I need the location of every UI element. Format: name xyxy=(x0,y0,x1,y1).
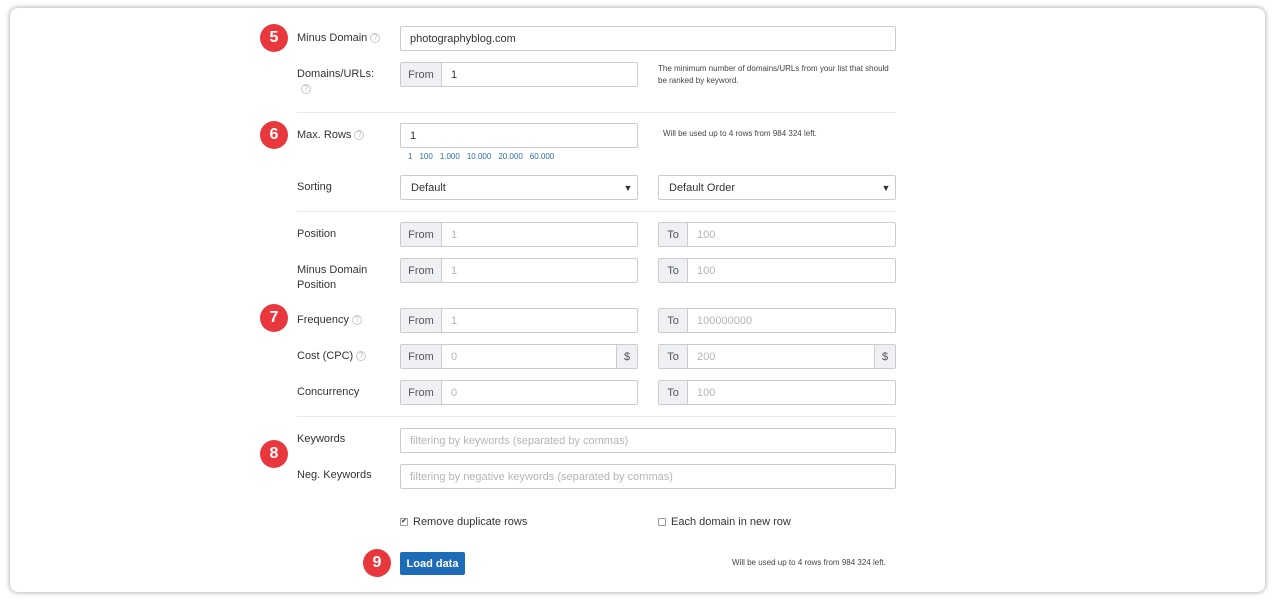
divider xyxy=(297,211,896,212)
help-icon[interactable]: ? xyxy=(354,130,365,140)
from-addon: From xyxy=(401,381,442,404)
quick-link[interactable]: 1.000 xyxy=(440,152,460,161)
help-icon[interactable]: ? xyxy=(301,84,311,94)
cost-cpc-label-text: Cost (CPC) xyxy=(297,350,354,362)
domains-urls-label: Domains/URLs: ? xyxy=(297,67,374,97)
each-domain-label: Each domain in new row xyxy=(671,516,791,528)
from-addon: From xyxy=(401,309,442,332)
minus-domain-label: Minus Domain? xyxy=(297,31,381,46)
position-to-value: 100 xyxy=(697,228,716,241)
max-rows-input[interactable]: 1 xyxy=(400,123,638,148)
to-addon: To xyxy=(659,381,688,404)
help-icon[interactable]: ? xyxy=(356,351,367,361)
minus-domain-position-from-input[interactable]: From 1 xyxy=(400,258,638,283)
domains-urls-from-input[interactable]: From 1 xyxy=(400,62,638,87)
footer-hint: Will be used up to 4 rows from 984 324 l… xyxy=(732,558,886,567)
position-from-value: 1 xyxy=(451,228,458,241)
dollar-addon: $ xyxy=(874,345,895,368)
step-badge-7: 7 xyxy=(260,304,288,332)
frequency-to-input[interactable]: To 100000000 xyxy=(658,308,896,333)
step-badge-8: 8 xyxy=(260,440,288,468)
neg-keywords-placeholder: filtering by negative keywords (separate… xyxy=(410,470,673,483)
minus-domain-position-to-value: 100 xyxy=(697,264,716,277)
position-label: Position xyxy=(297,228,337,240)
quick-link[interactable]: 100 xyxy=(419,152,432,161)
sorting-select-value: Default xyxy=(411,181,446,194)
frequency-label: Frequency? xyxy=(297,313,362,328)
sorting-select[interactable]: Default ▼ xyxy=(400,175,638,200)
minus-domain-position-label: Minus Domain Position xyxy=(297,264,368,291)
cost-to-input[interactable]: To 200 $ xyxy=(658,344,896,369)
max-rows-hint: Will be used up to 4 rows from 984 324 l… xyxy=(663,129,817,138)
max-rows-label-text: Max. Rows xyxy=(297,129,352,141)
cost-cpc-label: Cost (CPC)? xyxy=(297,349,367,364)
cost-to-value: 200 xyxy=(697,350,716,363)
domains-urls-hint: The minimum number of domains/URLs from … xyxy=(658,64,889,85)
quick-link[interactable]: 20.000 xyxy=(498,152,522,161)
frequency-to-value: 100000000 xyxy=(697,314,753,327)
step-badge-6: 6 xyxy=(260,121,288,149)
neg-keywords-label: Neg. Keywords xyxy=(297,469,372,481)
position-from-input[interactable]: From 1 xyxy=(400,222,638,247)
domains-urls-value: 1 xyxy=(451,68,458,81)
minus-domain-input[interactable]: photographyblog.com xyxy=(400,26,896,51)
step-badge-5: 5 xyxy=(260,24,288,52)
keywords-placeholder: filtering by keywords (separated by comm… xyxy=(410,434,629,447)
frequency-from-input[interactable]: From 1 xyxy=(400,308,638,333)
max-rows-value: 1 xyxy=(410,129,417,142)
frequency-from-value: 1 xyxy=(451,314,458,327)
to-addon: To xyxy=(659,345,688,368)
quick-link[interactable]: 10.000 xyxy=(467,152,491,161)
from-addon: From xyxy=(401,223,442,246)
concurrency-from-value: 0 xyxy=(451,386,458,399)
divider xyxy=(297,112,896,113)
cost-from-value: 0 xyxy=(451,350,458,363)
dollar-addon: $ xyxy=(616,345,637,368)
neg-keywords-input[interactable]: filtering by negative keywords (separate… xyxy=(400,464,896,489)
from-addon: From xyxy=(401,345,442,368)
filter-panel: 5 Minus Domain? photographyblog.com Doma… xyxy=(10,8,1265,592)
help-icon[interactable]: ? xyxy=(351,315,362,325)
to-addon: To xyxy=(659,309,688,332)
to-addon: To xyxy=(659,259,688,282)
frequency-label-text: Frequency xyxy=(297,314,349,326)
sorting-order-select[interactable]: Default Order ▼ xyxy=(658,175,896,200)
to-addon: To xyxy=(659,223,688,246)
sorting-label: Sorting xyxy=(297,181,332,193)
minus-domain-position-from-value: 1 xyxy=(451,264,458,277)
load-data-button[interactable]: Load data xyxy=(400,552,465,575)
minus-domain-label-text: Minus Domain xyxy=(297,32,368,44)
from-addon: From xyxy=(401,63,442,86)
quick-link[interactable]: 60.000 xyxy=(530,152,554,161)
keywords-label: Keywords xyxy=(297,433,346,445)
domains-urls-label-text: Domains/URLs: xyxy=(297,68,375,80)
caret-down-icon: ▼ xyxy=(881,182,891,193)
from-addon: From xyxy=(401,259,442,282)
sorting-order-value: Default Order xyxy=(669,181,736,194)
quick-link[interactable]: 1 xyxy=(408,152,412,161)
keywords-input[interactable]: filtering by keywords (separated by comm… xyxy=(400,428,896,453)
concurrency-label: Concurrency xyxy=(297,386,360,398)
position-to-input[interactable]: To 100 xyxy=(658,222,896,247)
help-icon[interactable]: ? xyxy=(370,33,381,43)
minus-domain-position-to-input[interactable]: To 100 xyxy=(658,258,896,283)
concurrency-to-value: 100 xyxy=(697,386,716,399)
each-domain-checkbox[interactable] xyxy=(658,518,666,526)
max-rows-label: Max. Rows? xyxy=(297,128,365,143)
max-rows-quick-links: 1 100 1.000 10.000 20.000 60.000 xyxy=(408,152,561,161)
minus-domain-value: photographyblog.com xyxy=(410,32,516,45)
remove-duplicates-label: Remove duplicate rows xyxy=(413,516,528,528)
concurrency-to-input[interactable]: To 100 xyxy=(658,380,896,405)
caret-down-icon: ▼ xyxy=(623,182,633,193)
divider xyxy=(297,416,896,417)
step-badge-9: 9 xyxy=(363,549,391,577)
remove-duplicates-checkbox[interactable]: ✔ xyxy=(400,518,408,526)
concurrency-from-input[interactable]: From 0 xyxy=(400,380,638,405)
cost-from-input[interactable]: From 0 $ xyxy=(400,344,638,369)
